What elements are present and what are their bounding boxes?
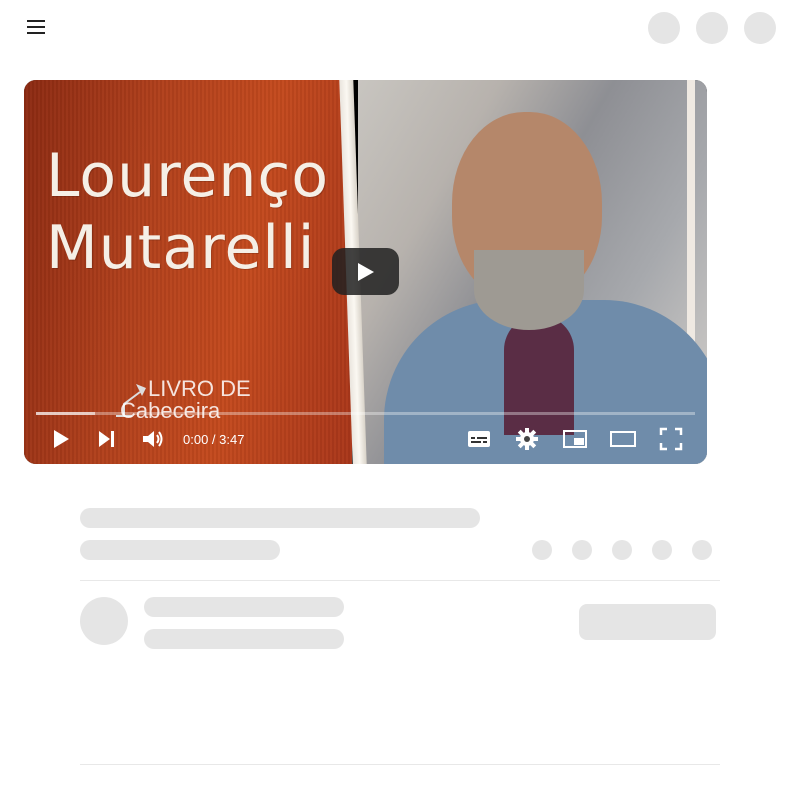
watermark-line2: Cabeceira bbox=[120, 398, 221, 423]
person-tshirt bbox=[504, 315, 574, 435]
subscribe-placeholder bbox=[579, 604, 716, 640]
fullscreen-icon bbox=[659, 427, 683, 451]
action-placeholder-4 bbox=[652, 540, 672, 560]
avatar-placeholder bbox=[80, 597, 128, 645]
subtitle-placeholder bbox=[80, 540, 280, 560]
theater-mode-icon bbox=[610, 431, 636, 447]
channel-name-placeholder bbox=[144, 597, 344, 617]
next-icon bbox=[99, 431, 114, 447]
settings-icon bbox=[516, 428, 538, 450]
thumbnail-watermark: LIVRO DE Cabeceira bbox=[120, 378, 251, 422]
progress-buffered bbox=[36, 412, 96, 415]
header-placeholder-1 bbox=[648, 12, 680, 44]
channel-meta-placeholder bbox=[144, 629, 344, 649]
action-placeholder-2 bbox=[572, 540, 592, 560]
hamburger-menu-icon[interactable] bbox=[27, 20, 45, 34]
header-placeholder-3 bbox=[744, 12, 776, 44]
time-display: 0:00 / 3:47 bbox=[183, 432, 245, 447]
next-button[interactable] bbox=[94, 426, 120, 452]
thumbnail-title: Lourenço Mutarelli bbox=[46, 141, 330, 283]
divider-top bbox=[80, 580, 720, 581]
theater-mode-button[interactable] bbox=[610, 426, 636, 452]
video-player[interactable]: Lourenço Mutarelli LIVRO DE Cabeceira 0:… bbox=[24, 80, 707, 464]
person-beard bbox=[474, 250, 584, 330]
action-placeholder-1 bbox=[532, 540, 552, 560]
progress-bar[interactable] bbox=[36, 412, 695, 415]
header-placeholder-2 bbox=[696, 12, 728, 44]
volume-icon bbox=[143, 431, 163, 447]
action-placeholder-5 bbox=[692, 540, 712, 560]
action-placeholder-3 bbox=[612, 540, 632, 560]
play-button[interactable] bbox=[48, 426, 74, 452]
watermark-line1: LIVRO DE bbox=[148, 376, 251, 401]
play-icon bbox=[358, 263, 374, 281]
settings-button[interactable] bbox=[514, 426, 540, 452]
fullscreen-button[interactable] bbox=[658, 426, 684, 452]
subtitles-icon bbox=[468, 431, 490, 447]
miniplayer-button[interactable] bbox=[562, 426, 588, 452]
subtitles-button[interactable] bbox=[466, 426, 492, 452]
title-placeholder bbox=[80, 508, 480, 528]
large-play-button[interactable] bbox=[332, 248, 399, 295]
play-icon bbox=[54, 430, 69, 448]
divider-bottom bbox=[80, 764, 720, 765]
miniplayer-icon bbox=[563, 430, 587, 448]
volume-button[interactable] bbox=[140, 426, 166, 452]
